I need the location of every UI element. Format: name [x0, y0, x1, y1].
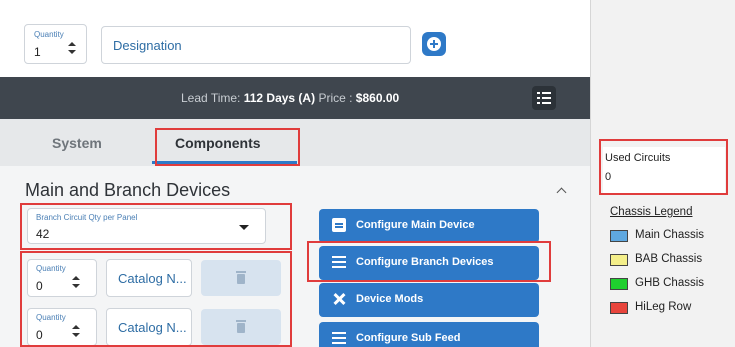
- list-icon-line: [332, 342, 346, 344]
- configurator-panel: Quantity 1 Designation Lead Time: 112 Da…: [0, 0, 590, 347]
- section-title: Main and Branch Devices: [25, 180, 231, 200]
- list-icon: [537, 92, 540, 94]
- legend-label: HiLeg Row: [635, 301, 692, 313]
- tools-icon: [332, 292, 346, 306]
- list-icon-line: [332, 332, 346, 334]
- lead-time-label: Lead Time:: [181, 91, 241, 105]
- quantity-stepper[interactable]: Quantity 1: [24, 24, 87, 64]
- chevron-up-icon[interactable]: [557, 186, 567, 196]
- add-button[interactable]: [422, 32, 446, 56]
- highlight-components-tab: [155, 128, 300, 166]
- document-icon: [332, 218, 346, 232]
- list-icon-line: [542, 92, 551, 94]
- lead-time-value: 112 Days (A): [243, 91, 316, 105]
- designation-text: Designation: [113, 38, 182, 53]
- price-value: $860.00: [355, 91, 400, 105]
- quantity-value[interactable]: 1: [34, 45, 41, 59]
- list-icon-line: [542, 102, 551, 104]
- configure-sub-feed-label: Configure Sub Feed: [356, 332, 461, 344]
- list-icon-line: [542, 97, 551, 99]
- legend-swatch: [610, 230, 628, 242]
- legend-swatch: [610, 278, 628, 290]
- designation-input[interactable]: Designation: [101, 26, 411, 64]
- legend-label: GHB Chassis: [635, 277, 705, 289]
- list-icon-line: [537, 102, 540, 104]
- list-icon: [332, 331, 346, 345]
- highlight-branch-select: [20, 203, 292, 250]
- device-mods-label: Device Mods: [356, 293, 424, 305]
- list-icon-line: [332, 337, 346, 339]
- legend-label: BAB Chassis: [635, 253, 703, 265]
- lead-time-bar: Lead Time: 112 Days (A) Price : $860.00: [0, 77, 590, 119]
- device-mods-button[interactable]: Device Mods: [319, 283, 539, 317]
- configure-main-device-label: Configure Main Device: [356, 219, 475, 231]
- price-label: Price :: [318, 91, 353, 105]
- tab-system[interactable]: System: [52, 135, 102, 151]
- summary-list-button[interactable]: [532, 86, 556, 110]
- configure-sub-feed-button[interactable]: Configure Sub Feed: [319, 322, 539, 347]
- highlight-used-circuits: [599, 139, 728, 195]
- lead-time-text: Lead Time: 112 Days (A) Price : $860.00: [181, 91, 399, 105]
- chassis-sidebar: Used Circuits 0 Chassis Legend Main Chas…: [590, 0, 735, 347]
- legend-swatch: [610, 254, 628, 266]
- spinner-arrows-icon[interactable]: [68, 42, 76, 54]
- configure-main-device-button[interactable]: Configure Main Device: [319, 209, 539, 243]
- legend-label: Main Chassis: [635, 229, 705, 241]
- legend-swatch: [610, 302, 628, 314]
- highlight-device-rows: [20, 251, 292, 347]
- chassis-legend-title: Chassis Legend: [610, 206, 693, 218]
- highlight-configure-branch: [307, 241, 551, 282]
- list-icon-line: [537, 97, 540, 99]
- plus-circle-icon: [427, 37, 441, 51]
- quantity-label: Quantity: [34, 30, 64, 39]
